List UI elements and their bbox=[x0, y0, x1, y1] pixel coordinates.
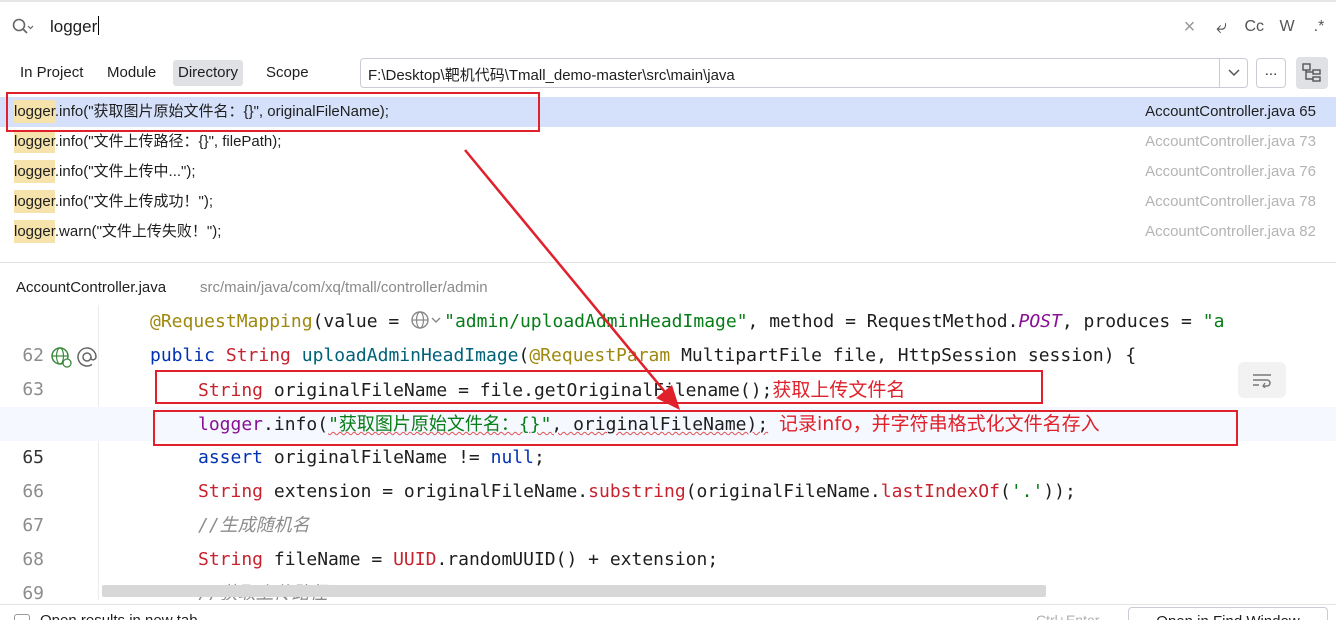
web-endpoint-icon[interactable] bbox=[50, 346, 72, 368]
code-line: 69 String fileName = UUID.randomUUID() +… bbox=[0, 543, 1336, 600]
clear-icon[interactable]: × bbox=[1180, 16, 1198, 38]
search-bar: logger × ⤶ Cc W .* bbox=[0, 0, 1336, 50]
result-row[interactable]: logger.info("文件上传中..."); AccountControll… bbox=[0, 157, 1336, 187]
result-code: logger.warn("文件上传失败！"); bbox=[14, 217, 221, 247]
at-sign-icon[interactable] bbox=[76, 346, 98, 368]
preview-header: AccountController.java src/main/java/com… bbox=[0, 262, 1336, 302]
tree-view-icon[interactable] bbox=[1296, 57, 1328, 89]
regex-toggle[interactable]: .* bbox=[1310, 16, 1328, 38]
annotation-box-line-65 bbox=[153, 410, 1238, 446]
code-line: 67 String extension = originalFileName.s… bbox=[0, 475, 1336, 536]
checkbox-label: Open results in new tab bbox=[40, 612, 198, 620]
format-icon[interactable] bbox=[1238, 362, 1286, 398]
annotation-box-result bbox=[6, 92, 540, 132]
code-line: 63 public String uploadAdminHeadImage(@R… bbox=[0, 339, 1336, 400]
tab-directory[interactable]: Directory bbox=[173, 60, 244, 86]
directory-path: F:\Desktop\靶机代码\Tmall_demo-master\src\ma… bbox=[368, 67, 735, 84]
result-location: AccountController.java 76 bbox=[1145, 163, 1316, 180]
preview-file-name: AccountController.java bbox=[16, 279, 167, 296]
result-location: AccountController.java 65 bbox=[1145, 103, 1316, 120]
horizontal-scrollbar[interactable] bbox=[102, 585, 1046, 597]
match-case-toggle[interactable]: Cc bbox=[1244, 16, 1264, 38]
search-icon[interactable] bbox=[12, 18, 34, 36]
result-row[interactable]: logger.info("文件上传成功！"); AccountControlle… bbox=[0, 187, 1336, 217]
search-input[interactable]: logger bbox=[50, 16, 100, 37]
replace-icon[interactable]: ⤶ bbox=[1212, 16, 1230, 38]
directory-field[interactable]: F:\Desktop\靶机代码\Tmall_demo-master\src\ma… bbox=[360, 58, 1248, 88]
shortcut-hint: Ctrl+Enter bbox=[1036, 612, 1100, 620]
result-code: logger.info("文件上传中..."); bbox=[14, 157, 196, 187]
preview-file-path: src/main/java/com/xq/tmall/controller/ad… bbox=[200, 279, 488, 296]
tab-scope[interactable]: Scope bbox=[261, 60, 314, 86]
result-code: logger.info("文件上传成功！"); bbox=[14, 187, 213, 217]
code-line: 62 @RequestMapping(value = "admin/upload… bbox=[0, 305, 1336, 366]
tab-module[interactable]: Module bbox=[102, 60, 161, 86]
code-editor[interactable]: 62 @RequestMapping(value = "admin/upload… bbox=[0, 305, 1336, 600]
footer: Open results in new tab Ctrl+Enter Open … bbox=[0, 604, 1336, 620]
whole-words-toggle[interactable]: W bbox=[1278, 16, 1296, 38]
result-row[interactable]: logger.warn("文件上传失败！"); AccountControlle… bbox=[0, 217, 1336, 247]
result-location: AccountController.java 78 bbox=[1145, 193, 1316, 210]
code-line: 66 assert originalFileName != null; bbox=[0, 441, 1336, 502]
browse-button[interactable]: ... bbox=[1256, 58, 1286, 88]
code-line: 68 //生成随机名 bbox=[0, 509, 1336, 570]
result-location: AccountController.java 73 bbox=[1145, 133, 1316, 150]
annotation-box-line-64 bbox=[155, 370, 1043, 404]
search-toolbar: × ⤶ Cc W .* bbox=[1180, 16, 1328, 38]
result-location: AccountController.java 82 bbox=[1145, 223, 1316, 240]
globe-icon[interactable] bbox=[410, 310, 444, 330]
open-in-find-window-button[interactable]: Open in Find Window bbox=[1128, 607, 1328, 620]
chevron-down-icon[interactable] bbox=[1219, 59, 1247, 87]
tab-in-project[interactable]: In Project bbox=[15, 60, 88, 86]
scope-row: In Project Module Directory Scope F:\Des… bbox=[0, 56, 1336, 92]
open-new-tab-checkbox[interactable] bbox=[14, 614, 30, 620]
